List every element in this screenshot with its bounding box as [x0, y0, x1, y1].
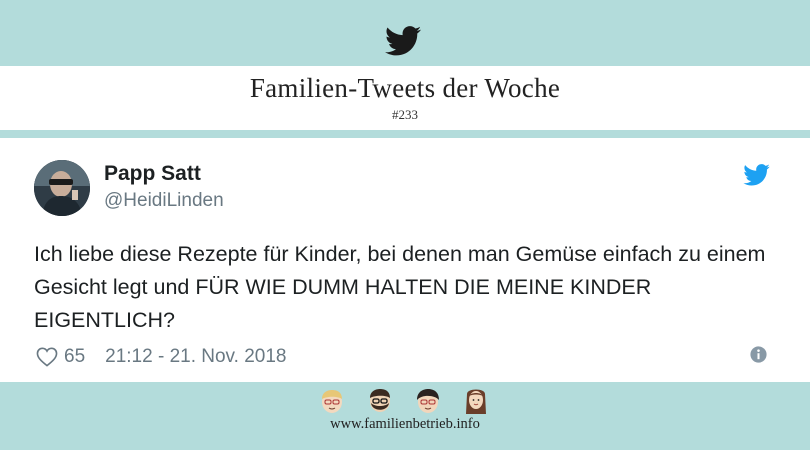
tweet-card[interactable]: Papp Satt @HeidiLinden Ich liebe diese R… [0, 138, 810, 382]
face-dark-hair-glasses-icon [417, 389, 439, 413]
face-blonde-glasses-icon [322, 390, 342, 413]
like-count: 65 [64, 346, 86, 367]
team-faces [318, 388, 490, 414]
separator [0, 130, 810, 138]
website-url[interactable]: www.familienbetrieb.info [0, 416, 810, 433]
author-handle[interactable]: @HeidiLinden [104, 190, 224, 212]
avatar-photo [34, 160, 90, 216]
avatar[interactable] [34, 160, 90, 216]
tweet-meta: 65 21:12 - 21. Nov. 2018 [36, 345, 286, 369]
heart-icon[interactable] [36, 347, 58, 367]
tweet-text: Ich liebe diese Rezepte für Kinder, bei … [34, 242, 766, 332]
author-name[interactable]: Papp Satt [104, 162, 201, 186]
twitter-bird-icon[interactable] [743, 164, 770, 186]
info-icon[interactable] [750, 346, 767, 363]
tweet-timestamp[interactable]: 21:12 - 21. Nov. 2018 [105, 346, 286, 368]
face-beard-glasses-icon [370, 389, 390, 412]
title-box: Familien-Tweets der Woche #233 [0, 66, 810, 130]
page-title: Familien-Tweets der Woche [249, 73, 561, 103]
issue-number: #233 [392, 107, 418, 122]
face-long-hair-icon [466, 389, 486, 414]
twitter-bird-icon [385, 26, 421, 56]
